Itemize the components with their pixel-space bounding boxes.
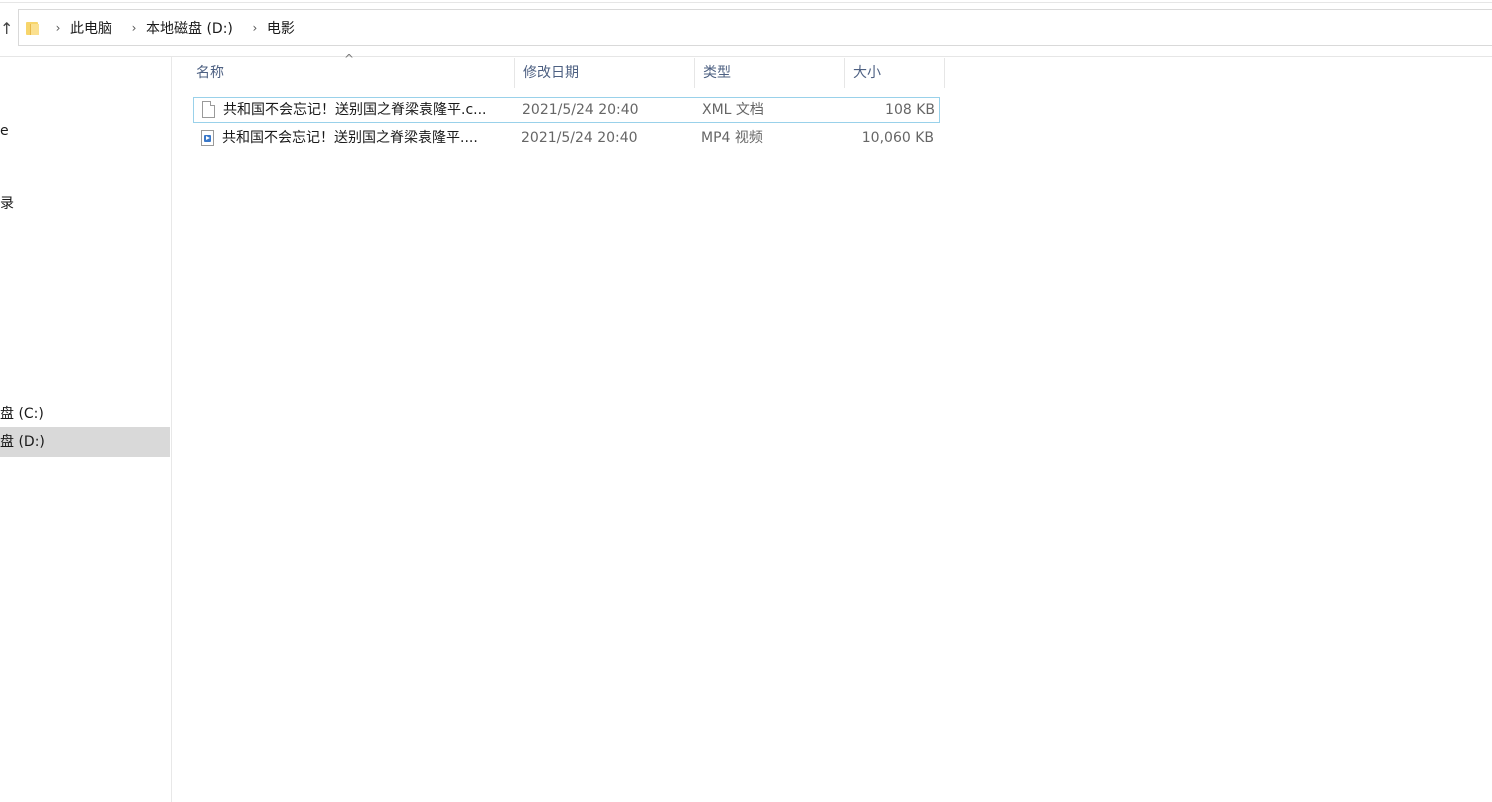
sidebar-item-onedrive[interactable]: e	[0, 123, 9, 139]
file-date-modified: 2021/5/24 20:40	[521, 130, 638, 146]
column-header-name[interactable]: 名称	[188, 58, 515, 88]
file-size: 10,060 KB	[861, 130, 934, 146]
column-header-date-modified[interactable]: 修改日期	[515, 58, 695, 88]
chevron-right-icon[interactable]: ›	[50, 21, 66, 35]
up-arrow-icon[interactable]: ↑	[0, 16, 13, 42]
toolbar-divider	[0, 56, 1492, 57]
file-name: 共和国不会忘记！送别国之脊梁袁隆平.c...	[223, 102, 487, 118]
breadcrumb-local-disk-d[interactable]: 本地磁盘 (D:)	[142, 18, 237, 38]
video-file-icon	[201, 130, 214, 146]
folder-icon	[26, 21, 40, 35]
chevron-right-icon[interactable]: ›	[126, 21, 142, 35]
sidebar-item-record[interactable]: 录	[0, 193, 14, 213]
column-header-type[interactable]: 类型	[695, 58, 845, 88]
breadcrumb-movies[interactable]: 电影	[263, 18, 299, 38]
navigation-pane: e 录 盘 (C:) 盘 (D:)	[0, 57, 172, 802]
breadcrumb-this-pc[interactable]: 此电脑	[66, 18, 116, 38]
file-name: 共和国不会忘记！送别国之脊梁袁隆平....	[222, 130, 478, 146]
document-icon	[202, 101, 215, 118]
window-top-edge	[0, 0, 1492, 3]
file-date-modified: 2021/5/24 20:40	[522, 102, 639, 118]
address-bar[interactable]: › 此电脑 › 本地磁盘 (D:) › 电影	[18, 9, 1492, 46]
sidebar-item-disk-d[interactable]: 盘 (D:)	[0, 427, 170, 457]
file-row[interactable]: 共和国不会忘记！送别国之脊梁袁隆平.c... 2021/5/24 20:40 X…	[193, 97, 940, 123]
file-size: 108 KB	[885, 102, 935, 118]
column-header-size[interactable]: 大小	[845, 58, 945, 88]
sidebar-item-disk-c[interactable]: 盘 (C:)	[0, 403, 44, 423]
file-type: MP4 视频	[701, 130, 763, 146]
file-row[interactable]: 共和国不会忘记！送别国之脊梁袁隆平.... 2021/5/24 20:40 MP…	[193, 126, 940, 152]
file-type: XML 文档	[702, 102, 764, 118]
chevron-right-icon[interactable]: ›	[247, 21, 263, 35]
